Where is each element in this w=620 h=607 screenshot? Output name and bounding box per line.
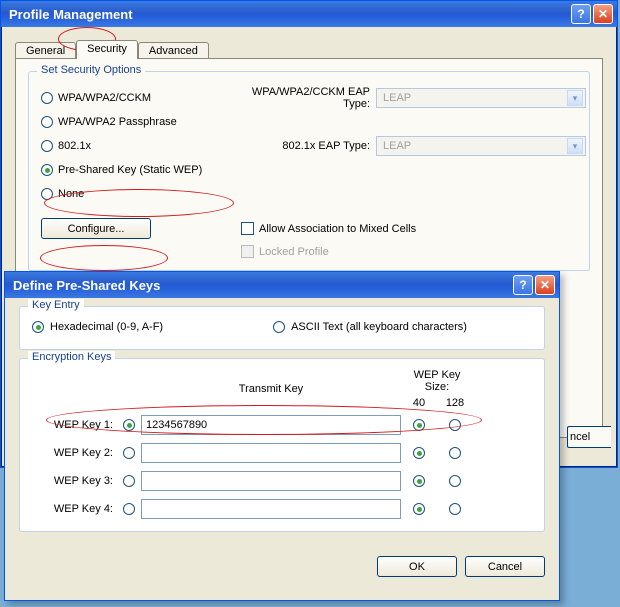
transmit-key-4[interactable]: [123, 503, 135, 515]
wep-key-4-input[interactable]: [141, 499, 401, 519]
wep-key-3-input[interactable]: [141, 471, 401, 491]
chevron-down-icon: ▾: [567, 138, 583, 154]
label-ascii: ASCII Text (all keyboard characters): [291, 321, 467, 333]
transmit-key-3[interactable]: [123, 475, 135, 487]
transmit-key-2[interactable]: [123, 447, 135, 459]
label-eap2: 802.1x EAP Type:: [241, 140, 376, 152]
chevron-down-icon: ▾: [567, 90, 583, 106]
label-eap1: WPA/WPA2/CCKM EAP Type:: [241, 86, 376, 110]
radio-wpa[interactable]: [41, 92, 53, 104]
radio-hex[interactable]: [32, 321, 44, 333]
col-128: 128: [437, 397, 473, 409]
wep2-size-40[interactable]: [413, 447, 425, 459]
label-psk: Pre-Shared Key (Static WEP): [58, 164, 202, 176]
wep3-size-128[interactable]: [449, 475, 461, 487]
cancel-button-peek[interactable]: ncel: [567, 426, 611, 448]
label-mixed: Allow Association to Mixed Cells: [259, 223, 577, 235]
radio-passphrase[interactable]: [41, 116, 53, 128]
transmit-key-heading: Transmit Key: [141, 383, 401, 395]
ok-button[interactable]: OK: [377, 556, 457, 577]
wep4-size-128[interactable]: [449, 503, 461, 515]
radio-none[interactable]: [41, 188, 53, 200]
help-button[interactable]: ?: [571, 4, 591, 24]
label-none: None: [58, 188, 84, 200]
label-passphrase: WPA/WPA2 Passphrase: [58, 116, 177, 128]
transmit-key-1[interactable]: [123, 419, 135, 431]
combo-eap2-value: LEAP: [383, 140, 411, 152]
wep-key-1-input[interactable]: [141, 415, 401, 435]
sub-close-button[interactable]: ✕: [535, 275, 555, 295]
sub-help-button[interactable]: ?: [513, 275, 533, 295]
radio-8021x[interactable]: [41, 140, 53, 152]
wep4-size-40[interactable]: [413, 503, 425, 515]
cancel-peek-text: ncel: [570, 431, 590, 443]
cancel-button[interactable]: Cancel: [465, 556, 545, 577]
sub-window-title: Define Pre-Shared Keys: [13, 278, 511, 293]
label-wep1: WEP Key 1:: [32, 419, 117, 431]
wep-key-2-input[interactable]: [141, 443, 401, 463]
tab-security[interactable]: Security: [76, 40, 138, 59]
radio-ascii[interactable]: [273, 321, 285, 333]
wep1-size-40[interactable]: [413, 419, 425, 431]
wep1-size-128[interactable]: [449, 419, 461, 431]
col-40: 40: [401, 397, 437, 409]
group-security-options: Set Security Options: [37, 64, 145, 76]
label-locked: Locked Profile: [259, 246, 577, 258]
group-key-entry: Key Entry: [28, 299, 84, 311]
label-wep3: WEP Key 3:: [32, 475, 117, 487]
label-wep2: WEP Key 2:: [32, 447, 117, 459]
window-title: Profile Management: [9, 7, 569, 22]
label-hex: Hexadecimal (0-9, A-F): [50, 321, 163, 333]
wep-key-size-heading: WEP Key Size:: [401, 369, 473, 395]
label-8021x: 802.1x: [58, 140, 91, 152]
checkbox-locked: [241, 245, 254, 258]
group-encryption-keys: Encryption Keys: [28, 351, 115, 363]
label-wpa: WPA/WPA2/CCKM: [58, 92, 151, 104]
checkbox-mixed[interactable]: [241, 222, 254, 235]
radio-psk[interactable]: [41, 164, 53, 176]
wep2-size-128[interactable]: [449, 447, 461, 459]
combo-eap2[interactable]: LEAP ▾: [376, 136, 586, 156]
close-button[interactable]: ✕: [593, 4, 613, 24]
wep3-size-40[interactable]: [413, 475, 425, 487]
combo-eap1[interactable]: LEAP ▾: [376, 88, 586, 108]
combo-eap1-value: LEAP: [383, 92, 411, 104]
label-wep4: WEP Key 4:: [32, 503, 117, 515]
configure-button[interactable]: Configure...: [41, 218, 151, 239]
